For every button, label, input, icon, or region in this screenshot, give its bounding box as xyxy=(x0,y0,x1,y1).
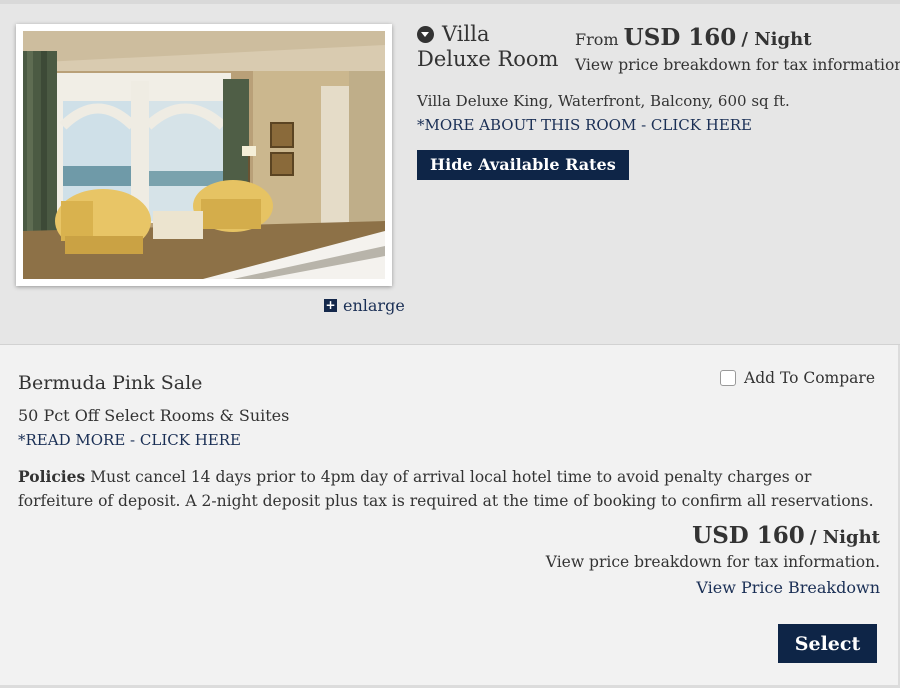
room-title-text: Villa Deluxe Room xyxy=(417,22,559,71)
compare-label: Add To Compare xyxy=(744,369,875,387)
policies-text: Must cancel 14 days prior to 4pm day of … xyxy=(18,468,874,510)
room-title[interactable]: Villa Deluxe Room xyxy=(417,22,567,72)
plus-icon: + xyxy=(324,298,337,312)
rate-per-night: / Night xyxy=(809,527,880,548)
add-to-compare[interactable]: Add To Compare xyxy=(720,369,875,387)
room-photo[interactable] xyxy=(23,31,385,279)
from-price: From USD 160 / Night xyxy=(575,24,812,51)
room-photo-frame[interactable] xyxy=(16,24,392,286)
more-about-room-link[interactable]: *MORE ABOUT THIS ROOM - CLICK HERE xyxy=(417,116,752,134)
compare-checkbox[interactable] xyxy=(720,370,736,386)
room-panel: + enlarge Villa Deluxe Room From USD 160… xyxy=(0,4,900,344)
room-description: Villa Deluxe King, Waterfront, Balcony, … xyxy=(417,92,790,110)
rate-name: Bermuda Pink Sale xyxy=(18,372,203,394)
from-per-night: / Night xyxy=(741,29,812,50)
enlarge-link[interactable]: + enlarge xyxy=(324,296,405,315)
rate-price-note: View price breakdown for tax information… xyxy=(545,553,880,571)
select-button[interactable]: Select xyxy=(778,624,877,663)
policies-label: Policies xyxy=(18,467,86,486)
policies: Policies Must cancel 14 days prior to 4p… xyxy=(18,465,878,513)
rate-price-value: USD 160 xyxy=(692,522,805,549)
rate-panel: Bermuda Pink Sale Add To Compare 50 Pct … xyxy=(0,345,900,685)
collapse-arrow-icon[interactable] xyxy=(417,26,434,43)
hide-available-rates-button[interactable]: Hide Available Rates xyxy=(417,150,629,180)
room-price-note: View price breakdown for tax information… xyxy=(575,56,900,74)
rate-price: USD 160 / Night xyxy=(692,522,880,549)
from-label: From xyxy=(575,30,619,49)
enlarge-label: enlarge xyxy=(343,296,405,315)
view-price-breakdown-link[interactable]: View Price Breakdown xyxy=(696,578,880,597)
rate-subtitle: 50 Pct Off Select Rooms & Suites xyxy=(18,406,290,425)
from-price-value: USD 160 xyxy=(623,24,737,51)
read-more-link[interactable]: *READ MORE - CLICK HERE xyxy=(18,431,241,449)
